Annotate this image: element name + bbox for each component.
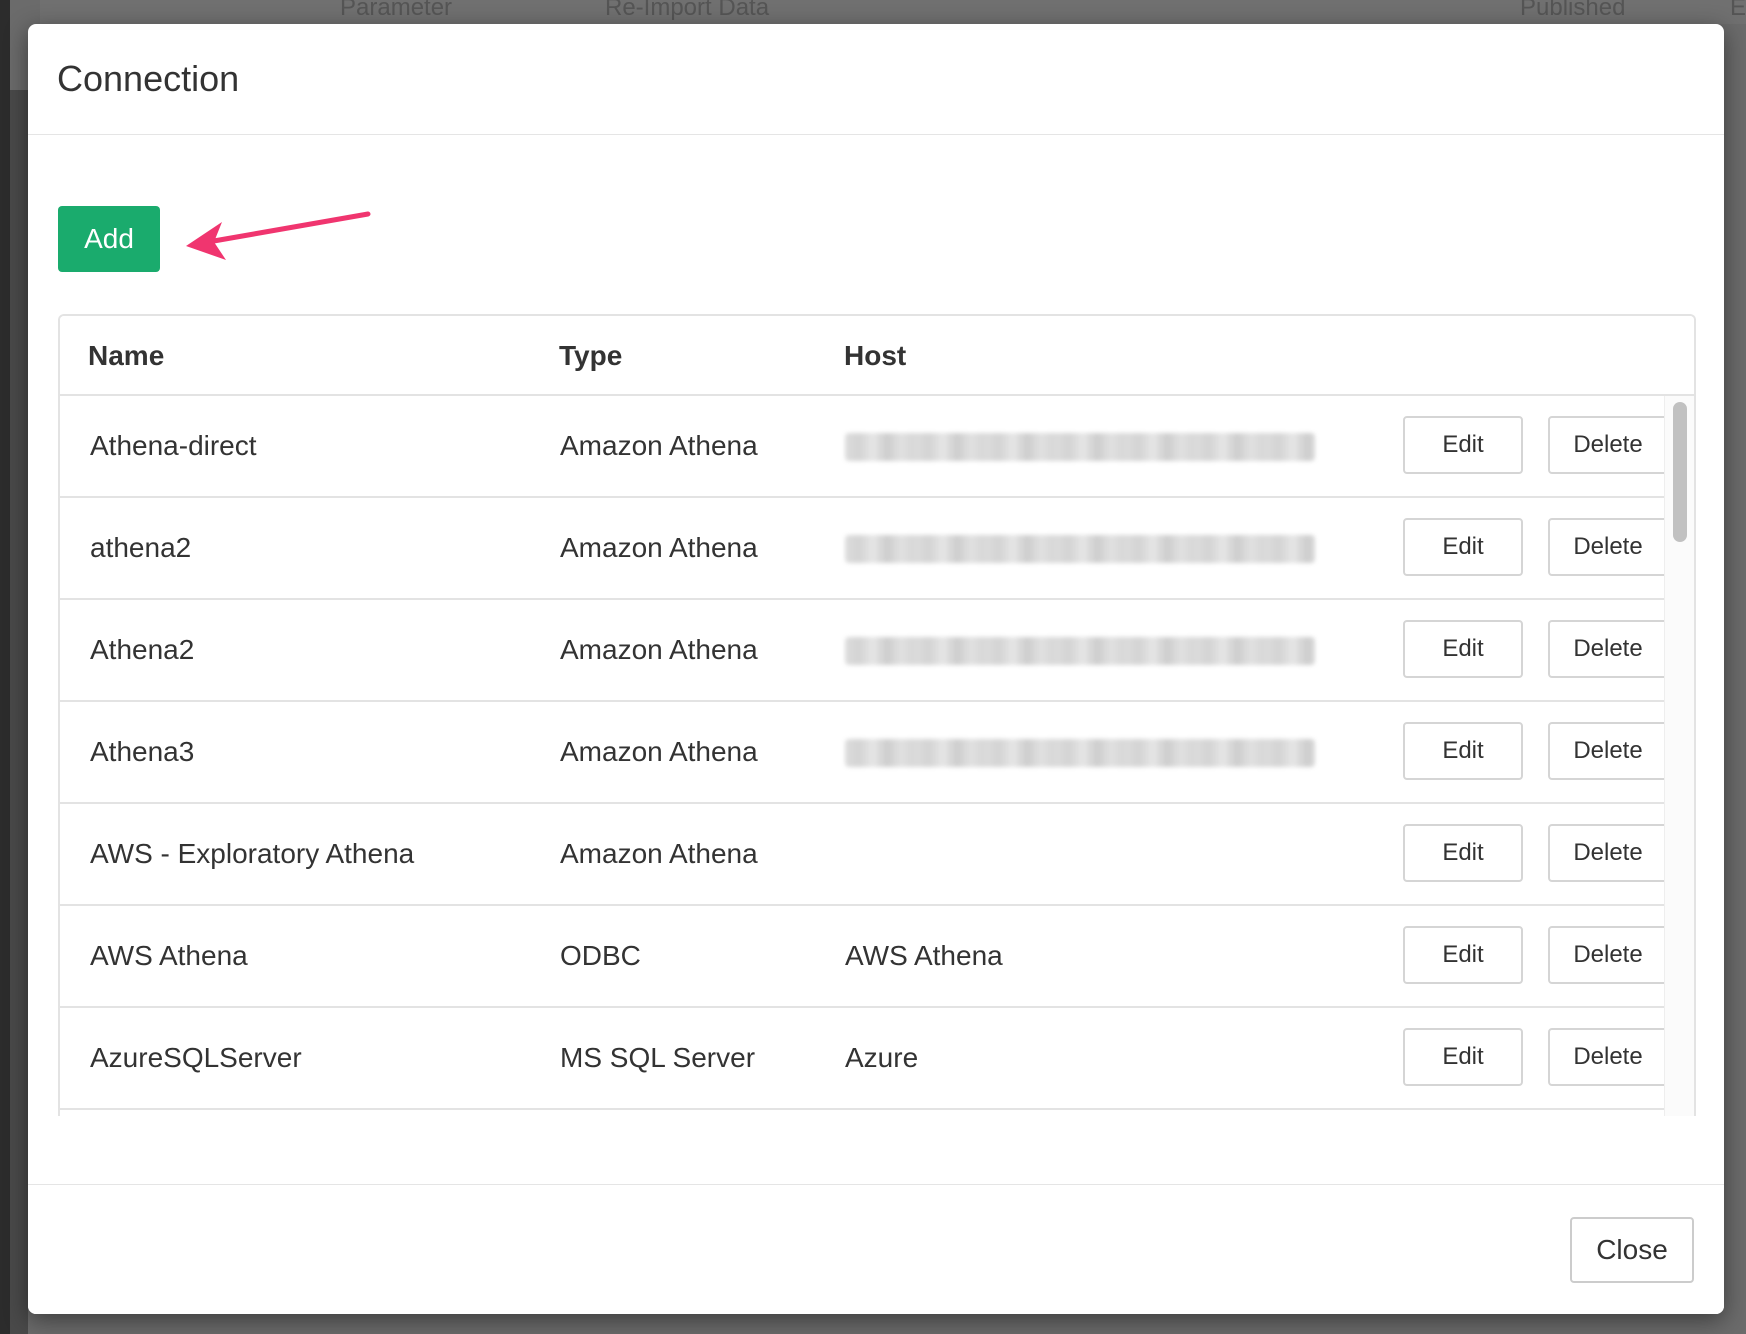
connection-name: Athena2 bbox=[90, 634, 195, 665]
modal-footer: Close bbox=[28, 1184, 1724, 1314]
connection-modal: Connection Add Name Type Host Athena-dir… bbox=[28, 24, 1724, 1314]
connection-type: Amazon Athena bbox=[560, 634, 758, 665]
connection-type: Amazon Athena bbox=[560, 532, 758, 563]
table-row: Athena3 Amazon Athena Edit Delete bbox=[60, 702, 1668, 804]
edit-button[interactable]: Edit bbox=[1403, 722, 1523, 780]
table-row: AWS Athena ODBC AWS Athena Edit Delete bbox=[60, 906, 1668, 1008]
table-header-row: Name Type Host bbox=[60, 316, 1694, 396]
toolbar-item-export: Exp bbox=[1730, 0, 1746, 21]
toolbar-item-published: Published bbox=[1520, 0, 1626, 21]
connection-type: Amazon Athena bbox=[560, 838, 758, 869]
table-row: AWS - Exploratory Athena Amazon Athena E… bbox=[60, 804, 1668, 906]
edit-button[interactable]: Edit bbox=[1403, 416, 1523, 474]
edit-button[interactable]: Edit bbox=[1403, 926, 1523, 984]
connection-host: Azure bbox=[845, 1042, 919, 1073]
table-row: AzureSQLServer MS SQL Server Azure Edit … bbox=[60, 1008, 1668, 1110]
close-button[interactable]: Close bbox=[1570, 1217, 1694, 1283]
connection-name: AWS - Exploratory Athena bbox=[90, 838, 415, 869]
connection-name: AzureSQLServer bbox=[90, 1042, 302, 1073]
toolbar-item-reimport: Re-Import Data bbox=[605, 0, 770, 21]
table-scrollbar[interactable] bbox=[1664, 396, 1694, 1116]
connection-name: Athena3 bbox=[90, 736, 195, 767]
connection-type: MS SQL Server bbox=[560, 1042, 756, 1073]
toolbar-item-parameter: Parameter bbox=[340, 0, 453, 21]
edit-button[interactable]: Edit bbox=[1403, 1028, 1523, 1086]
delete-button[interactable]: Delete bbox=[1548, 824, 1668, 882]
delete-button[interactable]: Delete bbox=[1548, 926, 1668, 984]
delete-button[interactable]: Delete bbox=[1548, 518, 1668, 576]
connection-type: ODBC bbox=[560, 940, 641, 971]
annotation-arrow-icon bbox=[186, 211, 371, 260]
add-connection-button[interactable]: Add bbox=[58, 206, 160, 272]
app-toolbar: Parameter Re-Import Data Published Exp bbox=[40, 0, 1746, 24]
delete-button[interactable]: Delete bbox=[1548, 416, 1668, 474]
table-row bbox=[60, 1110, 1664, 1116]
host-redacted bbox=[845, 637, 1315, 665]
column-header-host: Host bbox=[844, 340, 907, 371]
connection-type: Amazon Athena bbox=[560, 430, 758, 461]
modal-title: Connection bbox=[57, 58, 240, 99]
edit-button[interactable]: Edit bbox=[1403, 824, 1523, 882]
modal-header: Connection bbox=[28, 24, 1724, 135]
delete-button[interactable]: Delete bbox=[1548, 1028, 1668, 1086]
connection-type: Amazon Athena bbox=[560, 736, 758, 767]
edit-button[interactable]: Edit bbox=[1403, 518, 1523, 576]
connections-table: Name Type Host Athena-direct Amazon Athe… bbox=[58, 314, 1696, 1116]
app-sidebar-edge bbox=[10, 90, 28, 1334]
scrollbar-thumb[interactable] bbox=[1673, 402, 1687, 542]
edit-button[interactable]: Edit bbox=[1403, 620, 1523, 678]
connection-host: AWS Athena bbox=[845, 940, 1003, 971]
table-row: Athena-direct Amazon Athena Edit Delete bbox=[60, 396, 1668, 498]
connection-name: athena2 bbox=[90, 532, 192, 563]
host-redacted bbox=[845, 535, 1315, 563]
host-redacted bbox=[845, 433, 1315, 461]
delete-button[interactable]: Delete bbox=[1548, 722, 1668, 780]
column-header-type: Type bbox=[559, 340, 623, 371]
connection-name: Athena-direct bbox=[90, 430, 257, 461]
connection-name: AWS Athena bbox=[90, 940, 248, 971]
app-left-edge bbox=[0, 0, 10, 1334]
table-row: athena2 Amazon Athena Edit Delete bbox=[60, 498, 1668, 600]
host-redacted bbox=[845, 739, 1315, 767]
table-row: Athena2 Amazon Athena Edit Delete bbox=[60, 600, 1668, 702]
table-body: Athena-direct Amazon Athena Edit Delete … bbox=[60, 396, 1694, 1116]
delete-button[interactable]: Delete bbox=[1548, 620, 1668, 678]
column-header-name: Name bbox=[88, 340, 165, 371]
